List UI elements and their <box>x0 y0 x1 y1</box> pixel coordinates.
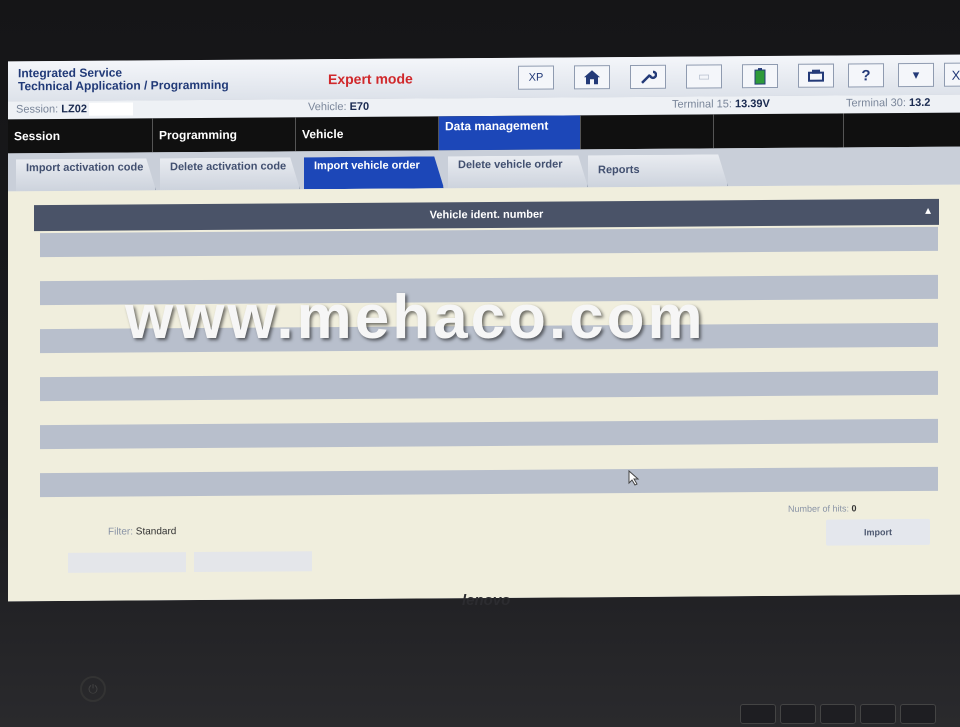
table-row[interactable] <box>40 418 938 450</box>
table-row[interactable] <box>40 370 938 402</box>
keyboard-key[interactable] <box>860 704 896 724</box>
footer-button-2[interactable] <box>194 551 312 573</box>
content-area: Vehicle ident. number ▲ Number of hits: … <box>8 184 960 602</box>
tab-import-activation-code[interactable]: Import activation code <box>16 158 156 191</box>
filter-info: Filter: Standard <box>108 526 176 537</box>
table-row[interactable] <box>40 466 938 498</box>
table-row[interactable] <box>40 226 938 258</box>
app-title: Integrated Service Technical Application… <box>18 66 229 94</box>
nav-empty-1 <box>581 114 714 150</box>
nav-vehicle[interactable]: Vehicle <box>296 116 439 152</box>
tab-delete-vehicle-order[interactable]: Delete vehicle order <box>448 155 588 188</box>
vehicle-label: Vehicle: <box>308 100 347 114</box>
terminal30-info: Terminal 30: 13.2 <box>846 97 930 110</box>
split-icon[interactable]: ▭ <box>686 64 722 89</box>
terminal15-info: Terminal 15: 13.39V <box>672 98 770 111</box>
hits-label: Number of hits: <box>788 503 850 514</box>
nav-session[interactable]: Session <box>8 118 153 154</box>
watermark: www.mehaco.com <box>125 283 706 352</box>
terminal15-label: Terminal 15: <box>672 98 732 111</box>
minimize-icon[interactable]: ▾ <box>898 62 934 88</box>
column-header-label: Vehicle ident. number <box>429 208 544 222</box>
wrench-icon[interactable] <box>630 64 666 89</box>
filter-label: Filter: <box>108 526 133 538</box>
nav-data-management[interactable]: Data management <box>439 115 581 151</box>
expert-mode-label: Expert mode <box>328 70 413 88</box>
battery-icon[interactable] <box>742 63 778 89</box>
sub-tabs: Import activation code Delete activation… <box>8 146 960 192</box>
print-icon[interactable] <box>798 63 834 88</box>
session-value: LZ02 <box>61 103 87 116</box>
session-redaction <box>88 102 133 116</box>
session-info: Session: LZ02 <box>16 102 133 116</box>
vehicle-info: Vehicle: E70 <box>308 101 369 113</box>
nav-programming[interactable]: Programming <box>153 117 296 153</box>
hits-counter: Number of hits: 0 <box>788 503 857 513</box>
terminal15-value: 13.39V <box>734 98 770 111</box>
app-title-line2: Technical Application / Programming <box>18 77 229 94</box>
keyboard-key[interactable] <box>740 704 776 724</box>
xp-button[interactable]: XP <box>518 65 554 90</box>
home-icon[interactable] <box>574 65 610 90</box>
tab-import-vehicle-order[interactable]: Import vehicle order <box>304 156 444 189</box>
mouse-cursor-icon <box>628 469 640 489</box>
terminal30-value: 13.2 <box>908 96 931 110</box>
sort-ascending-icon[interactable]: ▲ <box>923 199 933 225</box>
nav-empty-2 <box>714 113 844 149</box>
hits-value: 0 <box>851 503 857 514</box>
tab-reports[interactable]: Reports <box>588 154 728 187</box>
footer-button-1[interactable] <box>68 552 186 573</box>
keyboard <box>700 700 960 727</box>
keyboard-key[interactable] <box>780 704 816 724</box>
power-icon[interactable]: ⏻ <box>80 676 106 702</box>
filter-value[interactable]: Standard <box>136 526 177 537</box>
import-button[interactable]: Import <box>826 518 930 546</box>
close-icon[interactable]: X <box>944 62 960 87</box>
laptop-brand-logo: lenovo <box>462 592 511 609</box>
session-label: Session: <box>16 103 59 116</box>
column-header-vin[interactable]: Vehicle ident. number ▲ <box>34 198 939 232</box>
help-icon[interactable]: ? <box>848 63 884 88</box>
keyboard-key[interactable] <box>900 704 936 724</box>
keyboard-key[interactable] <box>820 704 856 724</box>
vehicle-value: E70 <box>349 100 370 113</box>
terminal30-label: Terminal 30: <box>846 97 906 110</box>
tab-delete-activation-code[interactable]: Delete activation code <box>160 157 300 190</box>
